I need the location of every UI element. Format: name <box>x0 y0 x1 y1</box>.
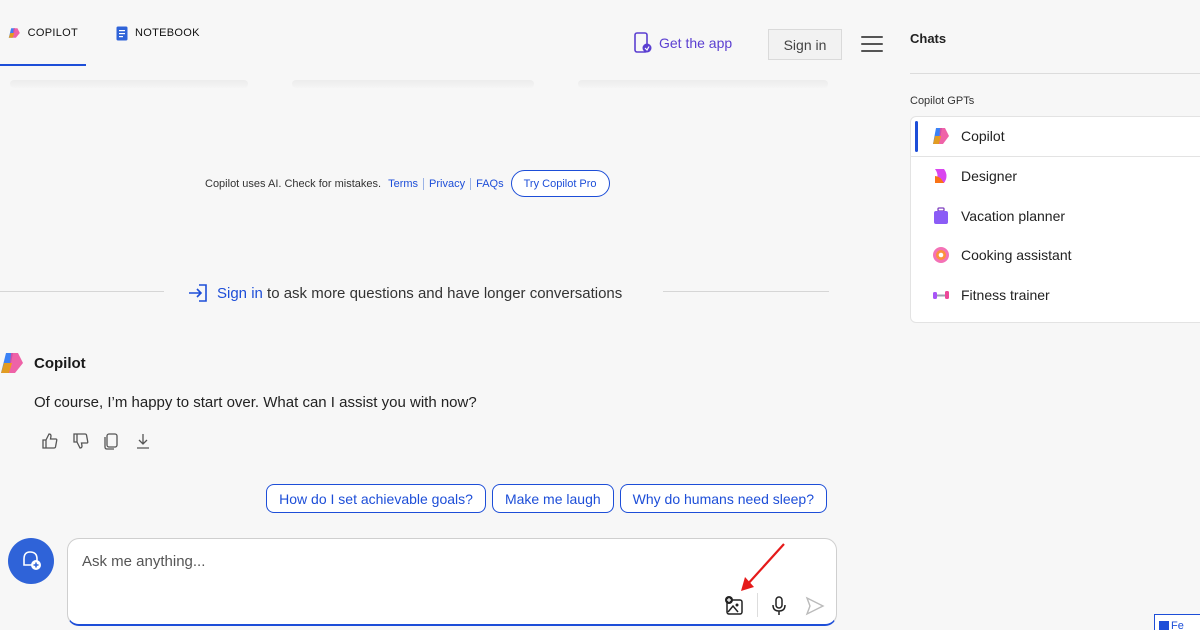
faqs-link[interactable]: FAQs <box>476 178 504 190</box>
message-author: Copilot <box>34 354 86 372</box>
privacy-link[interactable]: Privacy <box>429 178 465 190</box>
suggestion-chip[interactable]: How do I set achievable goals? <box>266 484 486 513</box>
chats-divider <box>910 73 1200 74</box>
tab-copilot-label: COPILOT <box>27 27 78 39</box>
phone-icon <box>634 32 652 53</box>
menu-icon[interactable] <box>861 36 883 54</box>
ghost-card <box>10 80 248 88</box>
chat-input[interactable] <box>82 553 782 570</box>
message-text: Of course, I’m happy to start over. What… <box>34 394 477 411</box>
luggage-icon <box>934 207 948 224</box>
header-tabs: COPILOT NOTEBOOK <box>0 0 208 66</box>
message-actions <box>41 432 152 450</box>
gpt-item-vacation-planner[interactable]: Vacation planner <box>911 196 1200 236</box>
copy-icon[interactable] <box>103 432 121 450</box>
terms-link[interactable]: Terms <box>388 178 418 190</box>
gpt-label: Cooking assistant <box>961 247 1072 264</box>
microphone-icon[interactable] <box>768 595 790 617</box>
thumbs-up-icon[interactable] <box>41 432 59 450</box>
toolbar-separator <box>757 593 758 617</box>
gpt-item-copilot[interactable]: Copilot <box>911 117 1200 157</box>
suggestion-chip[interactable]: Make me laugh <box>491 484 614 513</box>
gpt-item-designer[interactable]: Designer <box>911 157 1200 197</box>
gpt-item-fitness-trainer[interactable]: Fitness trainer <box>911 275 1200 315</box>
donut-icon <box>933 247 949 264</box>
gpt-item-cooking-assistant[interactable]: Cooking assistant <box>911 236 1200 276</box>
gpt-label: Vacation planner <box>961 207 1066 224</box>
gpt-label: Fitness trainer <box>961 286 1050 303</box>
try-copilot-pro-button[interactable]: Try Copilot Pro <box>510 170 610 197</box>
sign-in-link[interactable]: Sign in <box>217 285 263 302</box>
feedback-label: Fe <box>1171 620 1184 630</box>
send-icon[interactable] <box>804 595 826 617</box>
tab-notebook[interactable]: NOTEBOOK <box>108 0 208 66</box>
copilot-icon <box>933 128 949 145</box>
disclaimer: Copilot uses AI. Check for mistakes. Ter… <box>205 170 610 197</box>
tab-copilot[interactable]: COPILOT <box>0 0 86 66</box>
notebook-icon <box>116 26 128 40</box>
designer-icon <box>935 169 947 184</box>
feedback-button[interactable]: Fe <box>1154 614 1200 630</box>
message-header: Copilot <box>0 352 86 374</box>
new-topic-button[interactable] <box>8 538 54 584</box>
divider-left <box>0 291 164 292</box>
sign-in-prompt-text: to ask more questions and have longer co… <box>262 284 623 302</box>
gpt-list: Copilot Designer Vacation planner Cookin… <box>910 116 1200 323</box>
ghost-card <box>578 80 828 88</box>
copilot-logo-icon <box>8 28 20 38</box>
get-app-link[interactable]: Get the app <box>634 32 732 54</box>
link-separator <box>470 177 472 190</box>
sign-in-prompt: Sign in to ask more questions and have l… <box>187 283 622 303</box>
suggestion-chips: How do I set achievable goals? Make me l… <box>266 484 827 513</box>
gpt-label: Designer <box>961 168 1018 185</box>
new-chat-icon <box>23 551 41 570</box>
link-separator <box>423 177 425 190</box>
add-image-icon[interactable] <box>724 595 746 617</box>
copilot-avatar-icon <box>1 353 23 373</box>
disclaimer-text: Copilot uses AI. Check for mistakes. <box>205 177 382 190</box>
ghost-card <box>292 80 534 88</box>
copilot-gpts-label: Copilot GPTs <box>910 95 975 107</box>
download-icon[interactable] <box>134 432 152 450</box>
gpt-label: Copilot <box>961 128 1005 145</box>
sign-in-icon <box>189 284 207 302</box>
dumbbell-icon <box>933 290 949 299</box>
divider-right <box>663 291 829 292</box>
tab-notebook-label: NOTEBOOK <box>135 27 200 39</box>
chats-title: Chats <box>910 31 947 46</box>
sign-in-button[interactable]: Sign in <box>768 29 842 60</box>
chat-input-box <box>67 538 837 626</box>
suggestion-chip[interactable]: Why do humans need sleep? <box>619 484 827 513</box>
get-app-label: Get the app <box>659 35 733 51</box>
thumbs-down-icon[interactable] <box>72 432 90 450</box>
